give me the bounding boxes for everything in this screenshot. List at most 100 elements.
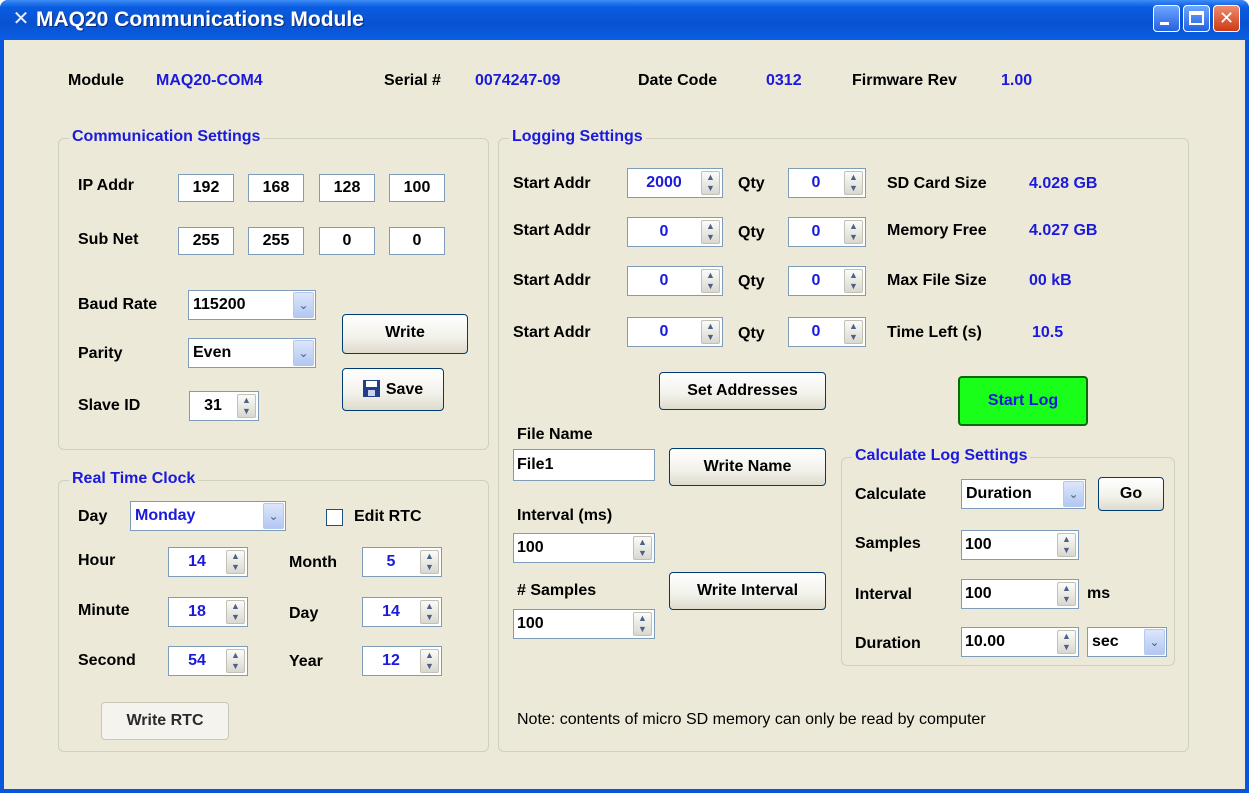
start-addr-3-spinner[interactable]: 0 ▲ ▼	[627, 266, 723, 296]
close-icon: ✕	[1218, 8, 1235, 28]
start-addr-3-value: 0	[659, 272, 669, 289]
minimize-button[interactable]	[1153, 5, 1180, 32]
year-spinner[interactable]: 12 ▲ ▼	[362, 646, 442, 676]
num-samples-spinner[interactable]: 100 ▲ ▼	[513, 609, 655, 639]
chevron-down-icon[interactable]: ⌄	[1063, 481, 1084, 507]
close-button[interactable]: ✕	[1213, 5, 1240, 32]
subnet-octet-4-field[interactable]: 0	[389, 227, 445, 255]
subnet-label: Sub Net	[78, 231, 139, 248]
qty-3-value: 0	[811, 272, 821, 289]
spinner-arrows-icon[interactable]: ▲ ▼	[844, 171, 863, 195]
qty-4-spinner[interactable]: 0 ▲ ▼	[788, 317, 866, 347]
spinner-arrows-icon[interactable]: ▲ ▼	[701, 320, 720, 344]
title-bar[interactable]: ✕ MAQ20 Communications Module ✕	[0, 0, 1249, 40]
logging-settings-title: Logging Settings	[509, 128, 646, 146]
spinner-arrows-icon[interactable]: ▲ ▼	[844, 269, 863, 293]
ip-octet-2-field[interactable]: 168	[248, 174, 304, 202]
serial-value: 0074247-09	[475, 72, 561, 89]
write-button[interactable]: Write	[342, 314, 468, 354]
calc-interval-spinner[interactable]: 100 ▲ ▼	[961, 579, 1079, 609]
slave-id-spinner[interactable]: 31 ▲ ▼	[189, 391, 259, 421]
qty-3-spinner[interactable]: 0 ▲ ▼	[788, 266, 866, 296]
day-of-month-spinner[interactable]: 14 ▲ ▼	[362, 597, 442, 627]
spinner-arrows-icon[interactable]: ▲ ▼	[701, 220, 720, 244]
ip-octet-3-field[interactable]: 128	[319, 174, 375, 202]
firmware-value: 1.00	[1001, 72, 1033, 89]
hour-label: Hour	[78, 552, 116, 569]
time-left-label: Time Left (s)	[887, 324, 982, 341]
memory-free-value: 4.027 GB	[1029, 222, 1098, 239]
calc-duration-spinner[interactable]: 10.00 ▲ ▼	[961, 627, 1079, 657]
write-name-button[interactable]: Write Name	[669, 448, 826, 486]
interval-ms-value: 100	[517, 539, 544, 556]
duration-unit-select[interactable]: sec ⌄	[1087, 627, 1167, 657]
start-addr-4-spinner[interactable]: 0 ▲ ▼	[627, 317, 723, 347]
sd-memory-note: Note: contents of micro SD memory can on…	[517, 711, 986, 728]
qty-1-spinner[interactable]: 0 ▲ ▼	[788, 168, 866, 198]
spinner-arrows-icon[interactable]: ▲ ▼	[237, 394, 256, 418]
qty-4-label: Qty	[738, 325, 765, 342]
go-button[interactable]: Go	[1098, 477, 1164, 511]
save-button[interactable]: Save	[342, 368, 444, 411]
app-window: ✕ MAQ20 Communications Module ✕ Module M…	[0, 0, 1249, 793]
start-addr-1-value: 2000	[646, 174, 682, 191]
ip-octet-1-field[interactable]: 192	[178, 174, 234, 202]
spinner-arrows-icon[interactable]: ▲ ▼	[701, 171, 720, 195]
parity-select[interactable]: Even ⌄	[188, 338, 316, 368]
calc-duration-label: Duration	[855, 635, 921, 652]
rtc-day-label: Day	[78, 508, 108, 525]
start-addr-4-label: Start Addr	[513, 324, 591, 341]
spinner-arrows-icon[interactable]: ▲ ▼	[1057, 630, 1076, 654]
chevron-down-icon[interactable]: ⌄	[1144, 629, 1165, 655]
month-spinner[interactable]: 5 ▲ ▼	[362, 547, 442, 577]
hour-value: 14	[188, 553, 206, 570]
calc-samples-spinner[interactable]: 100 ▲ ▼	[961, 530, 1079, 560]
time-left-value: 10.5	[1032, 324, 1064, 341]
maximize-button[interactable]	[1183, 5, 1210, 32]
start-addr-4-value: 0	[659, 323, 669, 340]
baud-rate-label: Baud Rate	[78, 296, 158, 313]
second-spinner[interactable]: 54 ▲ ▼	[168, 646, 248, 676]
start-addr-2-spinner[interactable]: 0 ▲ ▼	[627, 217, 723, 247]
spinner-arrows-icon[interactable]: ▲ ▼	[420, 550, 439, 574]
max-file-size-label: Max File Size	[887, 272, 987, 289]
write-rtc-button[interactable]: Write RTC	[101, 702, 229, 740]
spinner-arrows-icon[interactable]: ▲ ▼	[420, 649, 439, 673]
calculate-select[interactable]: Duration ⌄	[961, 479, 1086, 509]
set-addresses-button[interactable]: Set Addresses	[659, 372, 826, 410]
start-log-button[interactable]: Start Log	[958, 376, 1088, 426]
subnet-octet-3-field[interactable]: 0	[319, 227, 375, 255]
qty-2-spinner[interactable]: 0 ▲ ▼	[788, 217, 866, 247]
day-of-month-value: 14	[382, 603, 400, 620]
baud-rate-select[interactable]: 115200 ⌄	[188, 290, 316, 320]
interval-ms-spinner[interactable]: 100 ▲ ▼	[513, 533, 655, 563]
qty-4-value: 0	[811, 323, 821, 340]
file-name-input[interactable]: File1	[513, 449, 655, 481]
maximize-icon	[1189, 11, 1204, 25]
hour-spinner[interactable]: 14 ▲ ▼	[168, 547, 248, 577]
subnet-octet-2-field[interactable]: 255	[248, 227, 304, 255]
ip-octet-4-field[interactable]: 100	[389, 174, 445, 202]
write-interval-button[interactable]: Write Interval	[669, 572, 826, 610]
edit-rtc-checkbox[interactable]	[326, 509, 343, 526]
spinner-arrows-icon[interactable]: ▲ ▼	[226, 550, 245, 574]
spinner-arrows-icon[interactable]: ▲ ▼	[1057, 533, 1076, 557]
ip-addr-label: IP Addr	[78, 177, 135, 194]
client-area: Module MAQ20-COM4 Serial # 0074247-09 Da…	[4, 40, 1245, 789]
spinner-arrows-icon[interactable]: ▲ ▼	[420, 600, 439, 624]
spinner-arrows-icon[interactable]: ▲ ▼	[226, 649, 245, 673]
start-addr-1-spinner[interactable]: 2000 ▲ ▼	[627, 168, 723, 198]
chevron-down-icon[interactable]: ⌄	[263, 503, 284, 529]
spinner-arrows-icon[interactable]: ▲ ▼	[633, 612, 652, 636]
spinner-arrows-icon[interactable]: ▲ ▼	[633, 536, 652, 560]
spinner-arrows-icon[interactable]: ▲ ▼	[1057, 582, 1076, 606]
chevron-down-icon[interactable]: ⌄	[293, 292, 314, 318]
subnet-octet-1-field[interactable]: 255	[178, 227, 234, 255]
spinner-arrows-icon[interactable]: ▲ ▼	[701, 269, 720, 293]
chevron-down-icon[interactable]: ⌄	[293, 340, 314, 366]
rtc-day-select[interactable]: Monday ⌄	[130, 501, 286, 531]
spinner-arrows-icon[interactable]: ▲ ▼	[844, 220, 863, 244]
minute-spinner[interactable]: 18 ▲ ▼	[168, 597, 248, 627]
spinner-arrows-icon[interactable]: ▲ ▼	[844, 320, 863, 344]
spinner-arrows-icon[interactable]: ▲ ▼	[226, 600, 245, 624]
